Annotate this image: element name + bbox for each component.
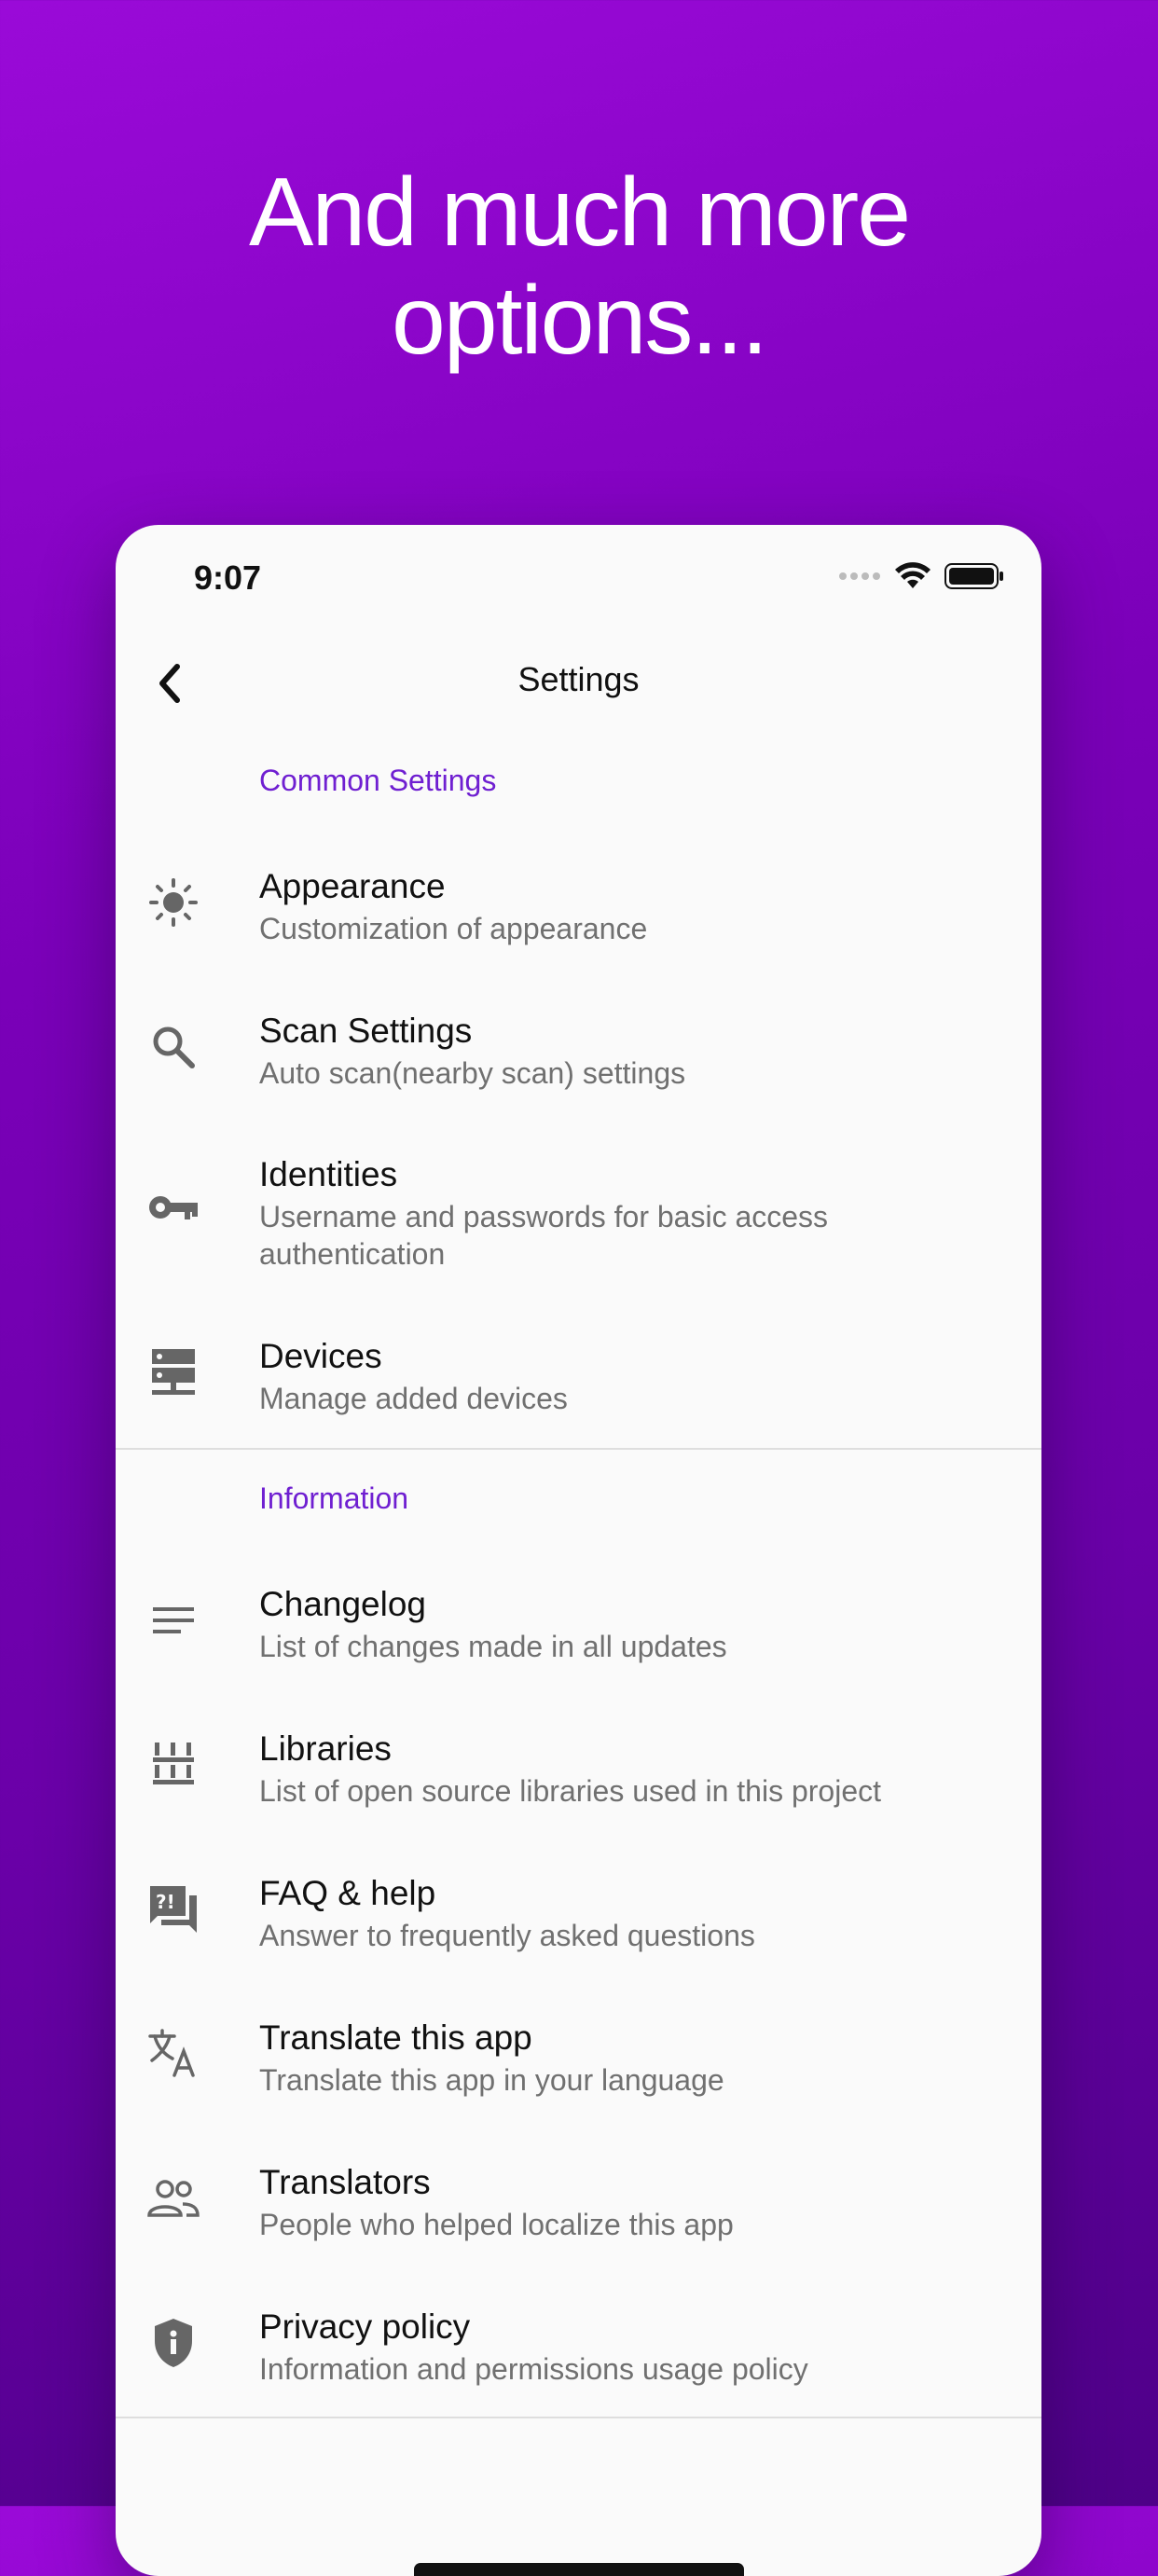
item-label: FAQ & help — [259, 1874, 436, 1912]
headline-line-2: options... — [391, 267, 768, 375]
settings-item-changelog[interactable]: Changelog List of changes made in all up… — [116, 1585, 1041, 1669]
page-title: Settings — [517, 660, 640, 698]
settings-item-scan-settings[interactable]: Scan Settings Auto scan(nearby scan) set… — [116, 1012, 1041, 1095]
item-subtitle: Username and passwords for basic access … — [259, 1200, 829, 1271]
brightness-icon — [142, 871, 205, 934]
people-icon — [142, 2167, 205, 2230]
dns-icon — [142, 1341, 205, 1404]
section-divider — [116, 1448, 1041, 1450]
item-subtitle: Answer to frequently asked questions — [259, 1919, 755, 1952]
item-subtitle: People who helped localize this app — [259, 2208, 734, 2241]
headline-line-1: And much more — [248, 158, 911, 267]
status-bar: 9:07 — [116, 525, 1041, 627]
home-indicator[interactable] — [414, 2563, 744, 2576]
status-icons — [838, 562, 1004, 590]
bottom-divider — [116, 2417, 1041, 2418]
item-label: Translators — [259, 2163, 431, 2201]
settings-item-translators[interactable]: Translators People who helped localize t… — [116, 2163, 1041, 2247]
item-subtitle: Auto scan(nearby scan) settings — [259, 1056, 686, 1090]
notes-icon — [142, 1589, 205, 1652]
item-subtitle: Customization of appearance — [259, 912, 648, 945]
app-bar: Settings — [116, 637, 1041, 730]
item-label: Libraries — [259, 1729, 392, 1768]
wifi-icon — [895, 562, 931, 588]
item-label: Identities — [259, 1155, 398, 1193]
item-label: Devices — [259, 1337, 382, 1375]
item-label: Translate this app — [259, 2018, 532, 2057]
status-time: 9:07 — [194, 558, 262, 597]
settings-item-libraries[interactable]: Libraries List of open source libraries … — [116, 1729, 1041, 1813]
section-header-information: Information — [259, 1481, 409, 1515]
library-icon — [142, 1733, 205, 1797]
item-subtitle: Manage added devices — [259, 1382, 568, 1415]
item-subtitle: List of changes made in all updates — [259, 1630, 727, 1663]
item-subtitle: Translate this app in your language — [259, 2063, 724, 2097]
settings-item-translate[interactable]: Translate this app Translate this app in… — [116, 2018, 1041, 2102]
battery-icon — [944, 563, 1003, 589]
item-label: Privacy policy — [259, 2307, 471, 2346]
item-subtitle: Information and permissions usage policy — [259, 2352, 808, 2386]
item-label: Scan Settings — [259, 1012, 473, 1050]
settings-item-faq-help[interactable]: ?! FAQ & help Answer to frequently asked… — [116, 1874, 1041, 1958]
search-icon — [142, 1015, 205, 1079]
section-header-common: Common Settings — [259, 764, 497, 797]
key-icon — [142, 1176, 205, 1239]
settings-item-identities[interactable]: Identities Username and passwords for ba… — [116, 1155, 1041, 1276]
item-label: Appearance — [259, 867, 446, 905]
translate-icon — [142, 2022, 205, 2086]
help-chat-icon: ?! — [142, 1878, 205, 1941]
settings-item-privacy-policy[interactable]: Privacy policy Information and permissio… — [116, 2307, 1041, 2391]
item-subtitle: List of open source libraries used in th… — [259, 1774, 882, 1808]
promo-headline: And much more options... — [0, 158, 1158, 375]
item-label: Changelog — [259, 1585, 426, 1623]
settings-item-appearance[interactable]: Appearance Customization of appearance — [116, 867, 1041, 951]
signal-icon — [839, 572, 880, 580]
phone-screen: 9:07 Settings Common Settings Appearance… — [116, 525, 1041, 2576]
settings-item-devices[interactable]: Devices Manage added devices — [116, 1337, 1041, 1421]
shield-info-icon — [142, 2311, 205, 2375]
svg-text:?!: ?! — [156, 1891, 175, 1913]
